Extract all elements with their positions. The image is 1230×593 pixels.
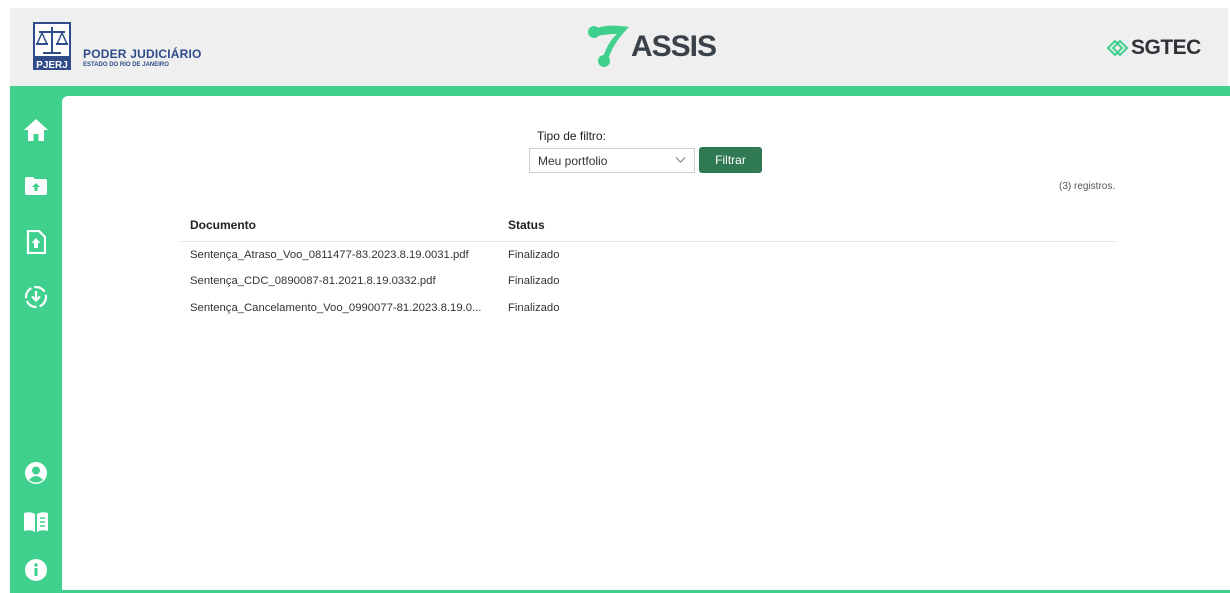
folder-upload-icon[interactable]: [22, 172, 50, 200]
assis-mark-icon: [588, 25, 629, 67]
main-content: Tipo de filtro: Meu portfolio Filtrar (3…: [62, 96, 1230, 590]
table-header-divider: [180, 241, 1116, 242]
table-row[interactable]: Sentença_CDC_0890087-81.2021.8.19.0332.p…: [180, 275, 1116, 295]
sidebar: [10, 86, 62, 593]
chevron-down-icon: [675, 154, 686, 168]
user-icon[interactable]: [22, 459, 50, 487]
document-status: Finalizado: [508, 302, 560, 314]
filter-selected-value: Meu portfolio: [538, 154, 608, 168]
home-icon[interactable]: [22, 116, 50, 144]
column-header-status: Status: [508, 218, 545, 232]
download-circle-icon[interactable]: [22, 283, 50, 311]
filter-button[interactable]: Filtrar: [699, 147, 762, 173]
partner-name: SGTEC: [1131, 36, 1201, 59]
document-name[interactable]: Sentença_CDC_0890087-81.2021.8.19.0332.p…: [190, 275, 436, 287]
filter-type-select[interactable]: Meu portfolio: [529, 148, 695, 173]
file-upload-icon[interactable]: [22, 228, 50, 256]
org-title: PODER JUDICIÁRIO: [83, 47, 202, 61]
document-name[interactable]: Sentença_Atraso_Voo_0811477-83.2023.8.19…: [190, 249, 469, 261]
org-name: PODER JUDICIÁRIO ESTADO DO RIO DE JANEIR…: [83, 48, 202, 68]
filter-type-label: Tipo de filtro:: [537, 129, 606, 143]
table-row[interactable]: Sentença_Atraso_Voo_0811477-83.2023.8.19…: [180, 249, 1116, 269]
column-header-documento: Documento: [190, 218, 256, 232]
records-count: (3) registros.: [1059, 181, 1116, 192]
sgtec-mark-icon: [1106, 39, 1129, 57]
pjerj-abbrev: PJERJ: [36, 60, 68, 70]
document-status: Finalizado: [508, 249, 560, 261]
org-subtitle: ESTADO DO RIO DE JANEIRO: [83, 62, 169, 68]
app-header: PJERJ PODER JUDICIÁRIO ESTADO DO RIO DE …: [10, 8, 1228, 86]
document-status: Finalizado: [508, 275, 560, 287]
info-icon[interactable]: [22, 556, 50, 584]
table-row[interactable]: Sentença_Cancelamento_Voo_0990077-81.202…: [180, 302, 1116, 322]
document-name[interactable]: Sentença_Cancelamento_Voo_0990077-81.202…: [190, 302, 481, 314]
app-name: ASSIS: [631, 30, 717, 63]
pjerj-logo: PJERJ: [33, 22, 71, 71]
book-icon[interactable]: [22, 508, 50, 536]
